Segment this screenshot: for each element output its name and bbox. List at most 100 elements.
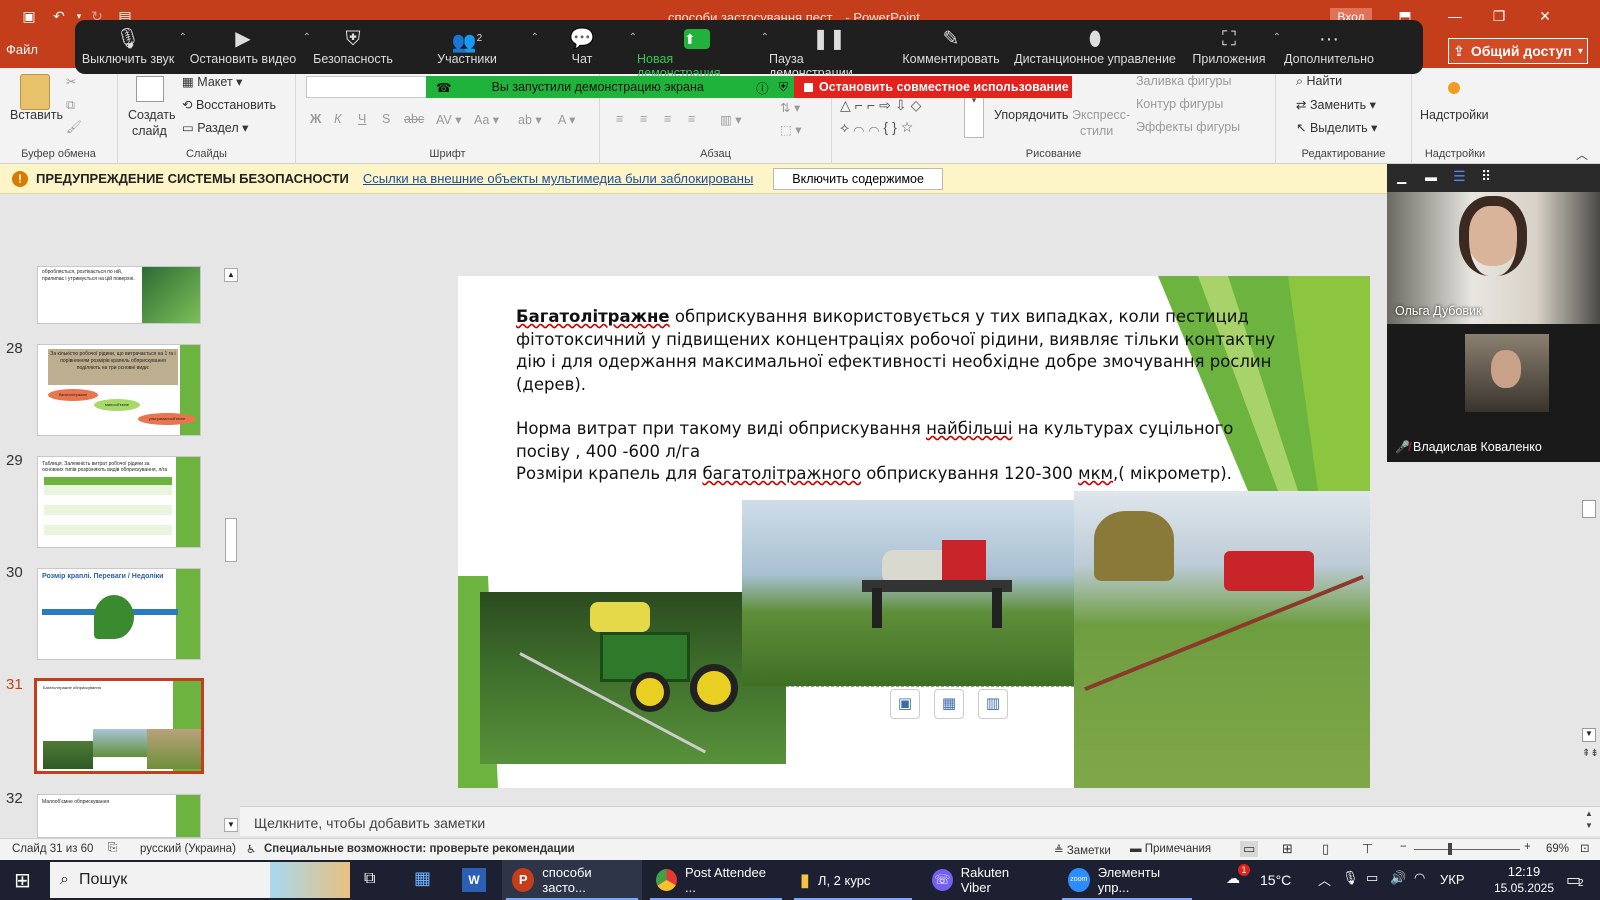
enable-content-button[interactable]: Включить содержимое: [773, 167, 943, 190]
slide-thumbnail[interactable]: обробляється, розтікається по ній, прили…: [37, 266, 201, 324]
reading-view-icon[interactable]: ▯: [1322, 841, 1329, 857]
shape-fill-button[interactable]: Заливка фигуры: [1136, 74, 1231, 88]
columns-icon[interactable]: ▥ ▾: [720, 112, 742, 127]
section-button[interactable]: ▭ Раздел ▾: [182, 120, 248, 135]
notes-scroll-icon[interactable]: ▲ ▼: [1582, 808, 1596, 834]
accessibility-status[interactable]: Специальные возможности: проверьте реком…: [264, 843, 575, 855]
notes-pane[interactable]: Щелкните, чтобы добавить заметки: [240, 806, 1600, 836]
zoom-in-icon[interactable]: +: [1524, 841, 1531, 853]
select-button[interactable]: ↖ Выделить ▾: [1296, 120, 1377, 135]
justify-icon[interactable]: ≡: [688, 112, 695, 126]
editor-scroll-down-icon[interactable]: ▼: [1582, 728, 1596, 742]
shield-check-icon[interactable]: ⛨: [779, 80, 788, 95]
speaker-view-icon[interactable]: ▬: [1425, 170, 1437, 184]
shapes-gallery[interactable]: △⌐⌐⇨⇩◇ ⟡⌒⌒{}☆: [840, 94, 980, 138]
taskbar-app-zoom[interactable]: zoom Элементы упр...: [1058, 860, 1196, 900]
grid-view-icon[interactable]: ⠿: [1481, 168, 1491, 185]
zoom-level[interactable]: 69%: [1546, 843, 1569, 855]
bold-button[interactable]: Ж: [310, 112, 321, 126]
current-slide[interactable]: Багатолітражне обприскування використову…: [458, 276, 1370, 788]
scroll-down-icon[interactable]: ▼: [224, 818, 238, 832]
security-button[interactable]: ⛨ Безопасность: [305, 26, 401, 74]
new-slide-button[interactable]: Создать: [128, 108, 176, 122]
undo-icon[interactable]: ↶: [50, 8, 68, 24]
photo-red-sprayer[interactable]: [742, 500, 1074, 686]
arrange-button[interactable]: Упорядочить: [994, 108, 1068, 122]
minimize-video-icon[interactable]: ▁: [1397, 170, 1406, 184]
smartart-icon[interactable]: ⬚ ▾: [780, 122, 802, 137]
save-icon[interactable]: ▣: [20, 8, 38, 24]
fit-slide-icon[interactable]: ⊡: [1580, 841, 1590, 855]
paste-icon[interactable]: [20, 74, 50, 110]
participants-button[interactable]: 👥2 Участники ⌃: [401, 26, 539, 74]
thumbnail-scrollbar[interactable]: ▲ ▼: [222, 266, 240, 836]
text-direction-icon[interactable]: ⇅ ▾: [780, 100, 800, 115]
align-right-icon[interactable]: ≡: [664, 112, 671, 126]
cut-icon[interactable]: ✂: [66, 74, 76, 89]
share-button[interactable]: ⇪ Общий доступ ▾: [1448, 38, 1588, 64]
mute-button[interactable]: 🎙 Выключить звук ⌃: [75, 26, 187, 74]
task-view-icon[interactable]: ⧉: [364, 870, 375, 888]
slide-thumbnail[interactable]: Таблиця. Залежність витрат робочої рідин…: [37, 456, 201, 548]
tray-chevron-icon[interactable]: ︿: [1318, 870, 1331, 889]
align-left-icon[interactable]: ≡: [616, 112, 623, 126]
maximize-icon[interactable]: ❐: [1490, 8, 1508, 24]
quick-styles-button[interactable]: Экспресс-: [1072, 108, 1130, 122]
volume-icon[interactable]: 🔊: [1390, 870, 1406, 886]
zoom-slider-thumb[interactable]: [1448, 843, 1452, 855]
video-tile-2[interactable]: 🎤̸ Владислав Коваленко: [1387, 324, 1600, 462]
underline-button[interactable]: Ч: [358, 112, 366, 126]
insert-chart-icon[interactable]: ▥: [978, 689, 1008, 719]
slide-thumbnail[interactable]: Малооб'ємне обприскування: [37, 794, 201, 838]
file-explorer-icon[interactable]: ▦: [414, 868, 431, 889]
wifi-icon[interactable]: ◠: [1414, 870, 1425, 886]
prev-next-slide-icon[interactable]: ⇞⇟: [1582, 748, 1599, 776]
new-slide-icon[interactable]: [136, 76, 164, 102]
windows-start-icon[interactable]: ⊞: [14, 868, 31, 893]
addins-icon[interactable]: [1448, 82, 1460, 94]
remote-control-button[interactable]: ⬮ Дистанционное управление: [1007, 26, 1183, 74]
shadow-button[interactable]: S: [382, 112, 390, 126]
chat-button[interactable]: 💬 Чат ⌃: [533, 26, 637, 74]
italic-button[interactable]: К: [334, 112, 341, 126]
keyboard-language[interactable]: УКР: [1440, 872, 1465, 887]
slide-thumbnail-selected[interactable]: Багатолітражне обприскування: [34, 678, 204, 774]
tab-file[interactable]: Файл: [6, 42, 38, 57]
minimize-icon[interactable]: —: [1446, 8, 1464, 24]
language-indicator[interactable]: русский (Украина): [140, 843, 236, 855]
new-slide-label[interactable]: слайд: [132, 124, 167, 138]
video-tile-1[interactable]: Ольга Дубовик: [1387, 192, 1600, 324]
slide-thumbnail[interactable]: За кількістю робочої рідини, що витрачає…: [37, 344, 201, 436]
pause-share-button[interactable]: ❚❚ Пауза демонстрации: [763, 26, 895, 80]
shapes-more-icon[interactable]: ▾: [964, 94, 984, 138]
layout-button[interactable]: ▦ Макет ▾: [182, 74, 242, 89]
photo-field-sprayer[interactable]: [1074, 491, 1370, 788]
clock-date[interactable]: 15.05.2025: [1484, 881, 1564, 895]
info-icon[interactable]: ⓘ: [756, 78, 769, 97]
change-case-icon[interactable]: Aa ▾: [474, 112, 499, 127]
photo-green-sprayer[interactable]: [480, 592, 786, 764]
taskbar-app-viber[interactable]: ☏ Rakuten Viber: [922, 860, 1048, 900]
stop-video-button[interactable]: ▶ Остановить видео ⌃: [181, 26, 311, 74]
normal-view-icon[interactable]: ▭: [1240, 841, 1259, 857]
char-spacing-icon[interactable]: AV ▾: [436, 112, 462, 127]
strikethrough-button[interactable]: abc: [404, 112, 424, 126]
taskbar-app-powerpoint[interactable]: Pспособи засто...: [502, 860, 642, 900]
highlight-icon[interactable]: ab ▾: [518, 112, 542, 127]
insert-table-icon[interactable]: ▦: [934, 689, 964, 719]
copy-icon[interactable]: ⧉: [66, 98, 75, 113]
quick-styles-label[interactable]: стили: [1080, 124, 1113, 138]
shape-effects-button[interactable]: Эффекты фигуры: [1136, 120, 1240, 134]
word-icon[interactable]: W: [462, 868, 486, 892]
annotate-button[interactable]: ✎ Комментировать: [895, 26, 1007, 74]
notes-toggle[interactable]: ≜ Заметки: [1054, 843, 1111, 857]
slide-body-text[interactable]: Багатолітражне обприскування використову…: [516, 306, 1276, 486]
find-button[interactable]: ⌕ Найти: [1296, 74, 1342, 89]
font-color-icon[interactable]: A ▾: [558, 112, 575, 127]
zoom-slider[interactable]: [1414, 849, 1520, 850]
align-center-icon[interactable]: ≡: [640, 112, 647, 126]
taskbar-app-chrome[interactable]: Post Attendee ...: [646, 860, 786, 900]
battery-icon[interactable]: ▭: [1366, 870, 1378, 886]
reset-button[interactable]: ⟲ Восстановить: [182, 97, 276, 112]
collapse-ribbon-icon[interactable]: ︿: [1576, 146, 1588, 163]
